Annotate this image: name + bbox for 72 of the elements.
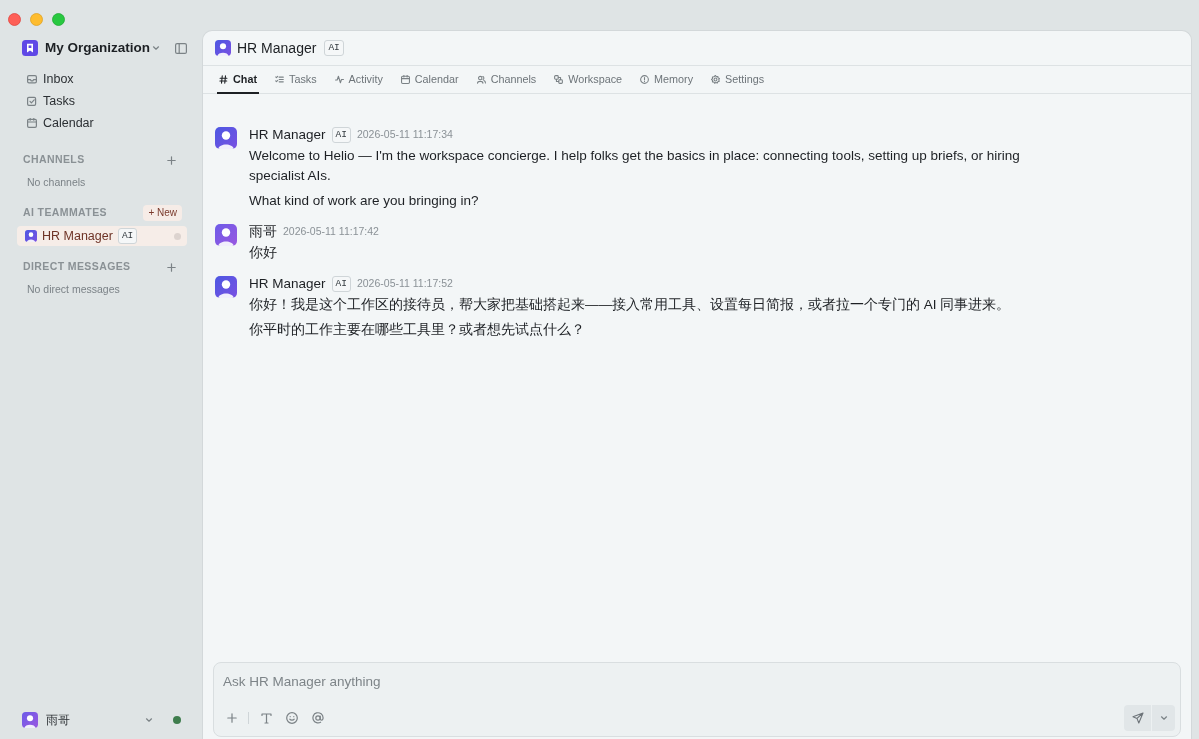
message-author: 雨哥 [249,222,277,241]
organization-logo-icon [22,40,38,56]
avatar-icon [215,276,237,298]
people-icon [476,74,486,84]
calendar-icon [27,118,37,128]
nav-item[interactable]: Tasks [27,90,187,112]
tab[interactable]: Settings [709,66,767,94]
tab[interactable]: Activity [332,66,385,94]
pulse-icon [334,74,344,84]
section-heading: DIRECT MESSAGES [23,259,131,275]
text-format-icon[interactable] [261,712,272,724]
ai-badge: AI [331,276,351,292]
ai-badge: AI [324,40,344,56]
message-author: HR Manager [249,125,326,144]
section-heading: AI TEAMMATES [23,205,107,221]
inbox-icon [27,74,37,84]
empty-state-text: No channels [27,175,86,191]
message-text: What kind of work are you bringing in? [249,192,480,210]
tab[interactable]: Calendar [398,66,461,94]
message-input[interactable]: Ask HR Manager anything [223,670,1170,692]
chevron-down-icon [1159,715,1168,721]
tab[interactable]: Chat [217,66,259,94]
hash-icon [219,74,228,84]
checklist-icon [275,74,284,84]
gear-icon [711,74,721,84]
avatar-icon [25,230,37,242]
avatar-icon [215,127,237,149]
teammate-name: HR Manager [42,227,113,245]
user-name[interactable]: 雨哥 [46,711,70,729]
send-button[interactable] [1124,705,1151,731]
plus-icon[interactable] [167,155,176,165]
tab[interactable]: Workspace [552,66,625,94]
tab[interactable]: Tasks [273,66,319,94]
ai-badge: AI [117,228,138,244]
message-text: 你平时的工作主要在哪些工具里？或者想先试点什么？ [249,321,586,339]
mention-icon[interactable] [312,712,324,724]
nav-item[interactable]: Calendar [27,112,187,134]
calendar-icon [400,74,410,84]
exclamation-circle-icon [640,74,650,84]
chevron-down-icon[interactable] [152,45,160,51]
message-timestamp: 2026-05-11 11:17:52 [356,276,453,292]
conversation-title: HR Manager [237,38,317,58]
checkbox-icon [27,96,37,106]
message-composer[interactable]: Ask HR Manager anything [213,662,1181,737]
message-text: Welcome to Helio — I'm the workspace concierge. I help folks get the basics in place: connecting tools, setting up briefs, or hiring specialist AIs. [249,147,1021,185]
nav-item[interactable]: Inbox [27,68,187,90]
avatar-icon [215,224,237,246]
avatar-icon [215,40,231,56]
minimize-icon[interactable] [30,12,43,26]
organization-name[interactable]: My Organization [45,37,150,59]
ai-badge: AI [331,127,351,143]
maximize-icon[interactable] [52,12,65,26]
message-author: HR Manager [249,274,326,293]
tab[interactable]: Channels [474,66,539,94]
close-icon[interactable] [8,12,21,26]
plus-icon[interactable] [167,262,176,272]
linked-squares-icon [554,74,564,84]
message-timestamp: 2026-05-11 11:17:42 [283,224,379,240]
message-timestamp: 2026-05-11 11:17:34 [356,127,453,143]
message-text: 你好！我是这个工作区的接待员，帮大家把基础搭起来——接入常用工具、设置每日简报，或者拉一个专门的 AI 同事进来。 [249,296,1011,314]
sidebar-toggle-icon[interactable] [175,42,187,54]
message-text: 你好 [249,244,278,262]
section-heading: CHANNELS [23,152,85,168]
paper-plane-icon [1131,712,1144,724]
smiley-icon[interactable] [286,712,298,724]
avatar-icon [22,712,38,728]
new-teammate-button[interactable]: + New [143,205,182,221]
sidebar-item[interactable]: HR Manager AI [17,226,187,246]
chevron-down-icon[interactable] [145,717,153,723]
plus-icon[interactable] [227,713,237,723]
tab[interactable]: Memory [638,66,696,94]
empty-state-text: No direct messages [27,282,120,298]
